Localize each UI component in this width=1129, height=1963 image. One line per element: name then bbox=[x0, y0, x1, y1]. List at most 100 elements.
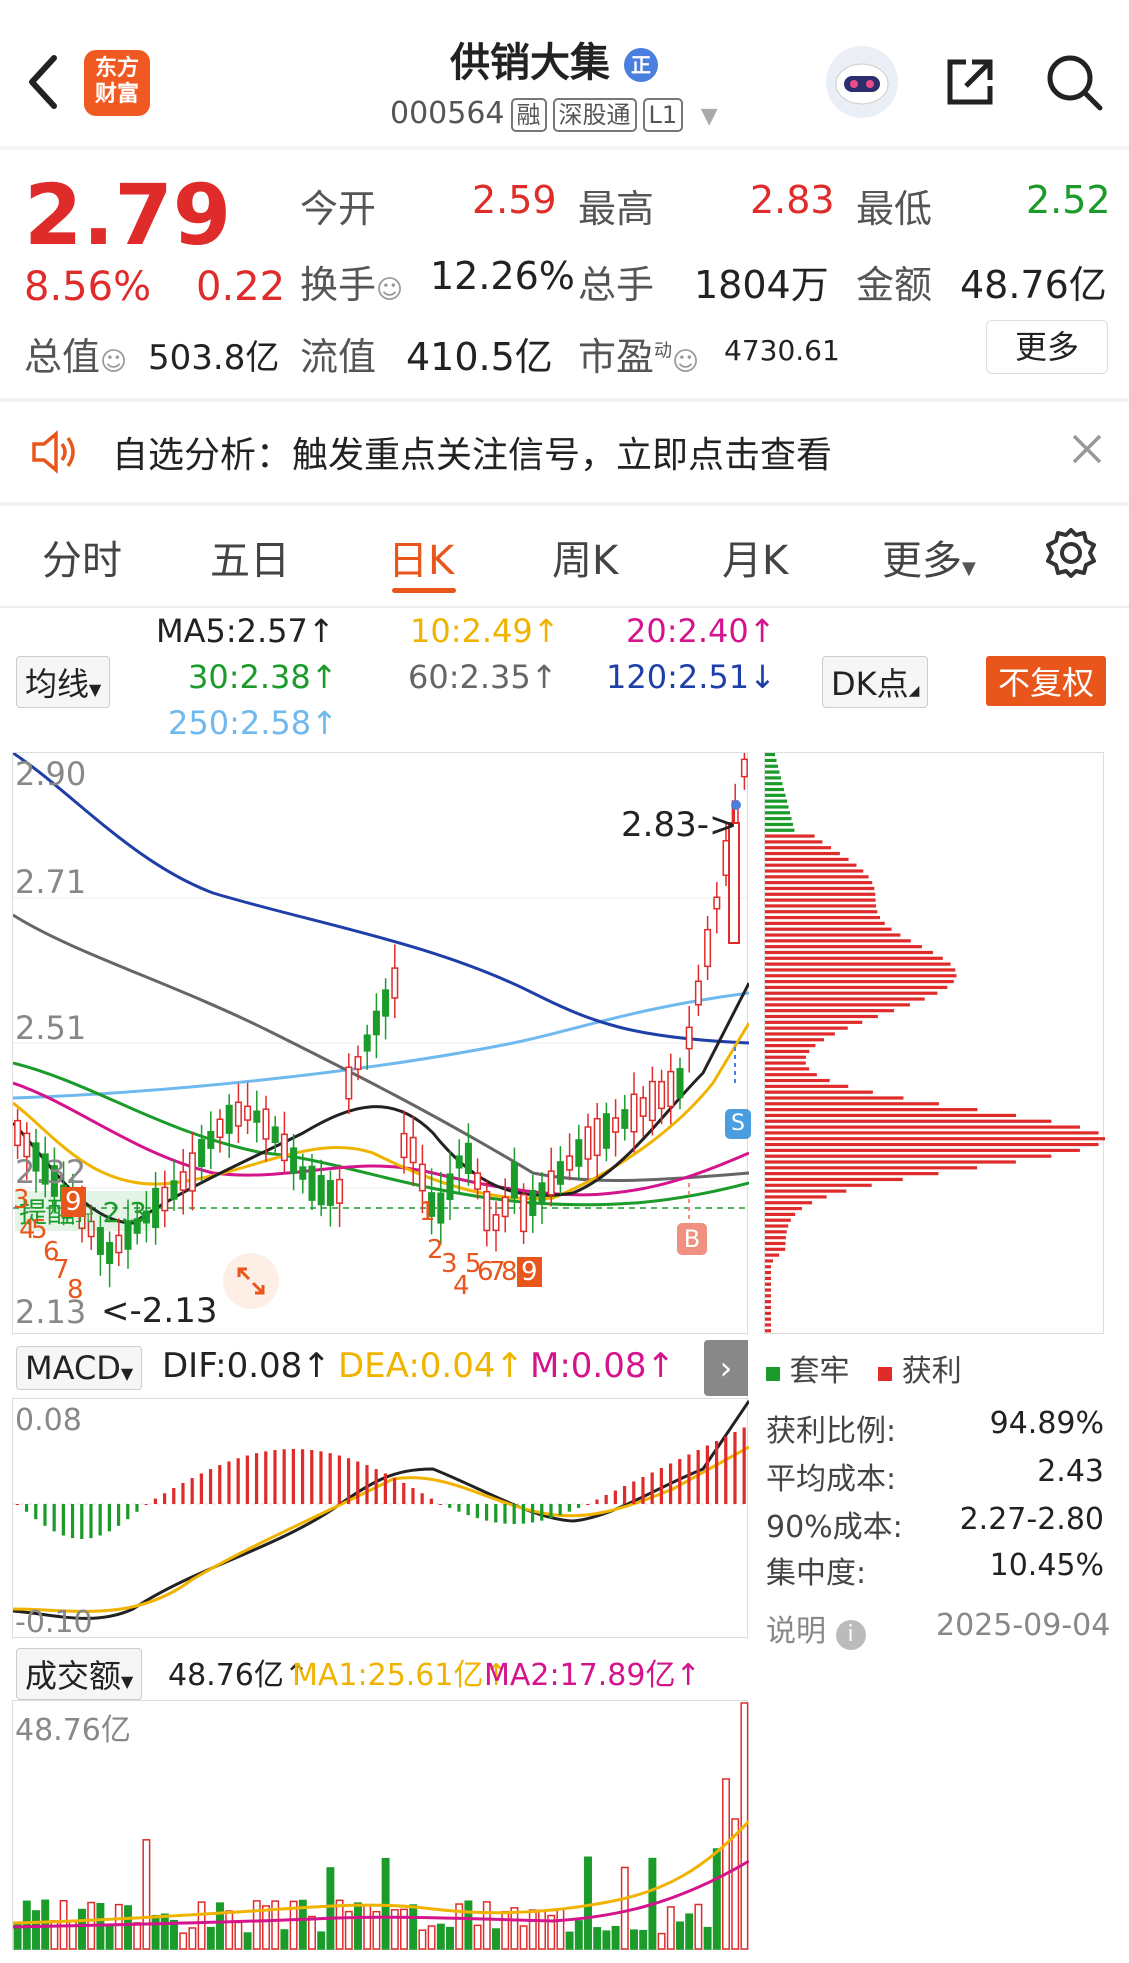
candle bbox=[161, 1186, 169, 1212]
macd-bar bbox=[411, 1488, 415, 1504]
tab-weekly-k[interactable]: 周K bbox=[552, 528, 618, 586]
volume-bar bbox=[179, 1932, 188, 1950]
app-logo[interactable]: 东方 财富 bbox=[84, 50, 150, 116]
chip-bar bbox=[765, 1125, 1080, 1129]
volume-bar bbox=[556, 1908, 565, 1950]
chip-bar bbox=[765, 881, 873, 885]
macd-bar bbox=[273, 1450, 277, 1504]
volume-top-label: 48.76亿 bbox=[15, 1713, 131, 1748]
cost90-label: 90%成本: bbox=[766, 1510, 903, 1545]
volume-ma1-label: MA1:25.61亿↑ bbox=[292, 1658, 509, 1693]
search-button[interactable] bbox=[1042, 50, 1106, 114]
macd-bar bbox=[162, 1493, 167, 1504]
chip-bar bbox=[765, 875, 869, 879]
speaker-icon bbox=[32, 430, 75, 474]
ma-selector[interactable]: 均线▼ bbox=[16, 656, 111, 708]
volume-bar bbox=[151, 1914, 160, 1950]
macd-selector[interactable]: MACD▼ bbox=[16, 1346, 143, 1390]
mktcap-value: 503.8亿 bbox=[148, 338, 280, 378]
tag-connect: 深股通 bbox=[552, 98, 637, 132]
macd-bar bbox=[742, 1427, 746, 1504]
chip-bar bbox=[765, 1090, 873, 1094]
macd-bar bbox=[558, 1504, 562, 1516]
candle bbox=[510, 1162, 518, 1199]
candle bbox=[446, 1173, 454, 1200]
info-icon[interactable]: ☺ bbox=[672, 347, 699, 377]
chip-bar bbox=[765, 793, 786, 797]
volume-bar bbox=[418, 1929, 427, 1950]
tab-more[interactable]: 更多▼ bbox=[882, 528, 976, 586]
volume-bar bbox=[427, 1925, 436, 1950]
chip-bar bbox=[765, 956, 943, 960]
macd-bar bbox=[521, 1504, 525, 1524]
chip-bar bbox=[765, 846, 832, 850]
volume-chart[interactable]: 48.76亿 bbox=[12, 1700, 751, 1950]
candle bbox=[354, 1056, 362, 1070]
volume-bar bbox=[188, 1927, 197, 1950]
tab-daily-k[interactable]: 日K bbox=[388, 528, 454, 586]
fuquan-button[interactable]: 不复权 bbox=[986, 656, 1107, 706]
chip-bar bbox=[765, 1247, 786, 1251]
notice-bar[interactable]: 自选分析：触发重点关注信号，立即点击查看 bbox=[0, 402, 1129, 502]
macd-bar bbox=[153, 1498, 157, 1504]
tab-intraday[interactable]: 分时 bbox=[42, 528, 122, 586]
tab-five-day[interactable]: 五日 bbox=[210, 528, 290, 586]
sell-badge[interactable]: S bbox=[725, 1109, 751, 1139]
dk-point-button[interactable]: DK点◢ bbox=[822, 656, 929, 708]
chip-bar bbox=[765, 828, 795, 832]
kline-chart[interactable]: 2.90 2.71 2.51 2.32 2.13 2.83-> <-2.13 提… bbox=[12, 752, 751, 1334]
volume-selector[interactable]: 成交额▼ bbox=[16, 1648, 143, 1700]
open-value: 2.59 bbox=[472, 178, 557, 222]
chip-bar bbox=[765, 1166, 978, 1170]
macd-bar bbox=[107, 1504, 111, 1532]
macd-bar bbox=[126, 1504, 130, 1520]
buy-badge[interactable]: B bbox=[677, 1223, 707, 1255]
expand-panel-button[interactable]: › bbox=[704, 1340, 748, 1396]
candle bbox=[345, 1066, 353, 1100]
tab-monthly-k[interactable]: 月K bbox=[722, 528, 788, 586]
volume-bar bbox=[32, 1910, 40, 1950]
candle bbox=[299, 1166, 307, 1180]
macd-bar bbox=[530, 1504, 535, 1523]
expand-button[interactable] bbox=[223, 1253, 279, 1309]
chip-bar bbox=[765, 1218, 791, 1222]
candle bbox=[418, 1163, 426, 1192]
macd-bar bbox=[604, 1495, 608, 1504]
nine-turn-b: 1 2 3 4 5 6 7 8 9 bbox=[419, 1197, 549, 1307]
candle bbox=[326, 1180, 334, 1206]
chip-bar bbox=[765, 1073, 817, 1077]
info-icon[interactable]: ☺ bbox=[376, 275, 403, 305]
cost90-value: 2.27-2.80 bbox=[959, 1502, 1104, 1537]
volume-bar bbox=[409, 1904, 418, 1950]
back-button[interactable] bbox=[22, 52, 66, 112]
macd-bar bbox=[61, 1504, 65, 1536]
chip-bar bbox=[765, 857, 849, 861]
chip-note[interactable]: 说明 i bbox=[766, 1606, 866, 1650]
volume-bar bbox=[574, 1920, 583, 1950]
dropdown-caret-icon[interactable]: ▼ bbox=[701, 104, 718, 129]
close-icon[interactable] bbox=[1070, 432, 1104, 466]
volume-bar bbox=[436, 1923, 445, 1950]
share-button[interactable] bbox=[940, 52, 1000, 112]
chip-bar bbox=[765, 910, 878, 914]
macd-chart[interactable]: 0.08 -0.10 bbox=[12, 1398, 751, 1640]
chip-bar bbox=[765, 1270, 771, 1275]
assistant-avatar[interactable] bbox=[826, 46, 898, 118]
candle bbox=[630, 1093, 638, 1133]
chip-bar bbox=[765, 1265, 771, 1269]
stock-code-row: 000564 融深股通 L1 ▼ bbox=[390, 96, 718, 132]
volume-bar bbox=[354, 1902, 362, 1950]
macd-bar bbox=[429, 1498, 433, 1504]
settings-icon[interactable] bbox=[1044, 526, 1098, 580]
chip-bar bbox=[765, 811, 790, 815]
chip-distribution[interactable] bbox=[764, 752, 1106, 1334]
info-icon[interactable]: ☺ bbox=[100, 347, 127, 377]
chip-bar bbox=[765, 950, 933, 955]
chip-bar bbox=[765, 915, 881, 920]
chip-bar bbox=[765, 1317, 771, 1321]
macd-bar bbox=[678, 1459, 682, 1504]
more-quote-button[interactable]: 更多 bbox=[986, 320, 1108, 374]
candle bbox=[639, 1097, 647, 1117]
volume-bar bbox=[114, 1903, 123, 1950]
chip-bar bbox=[765, 927, 892, 931]
